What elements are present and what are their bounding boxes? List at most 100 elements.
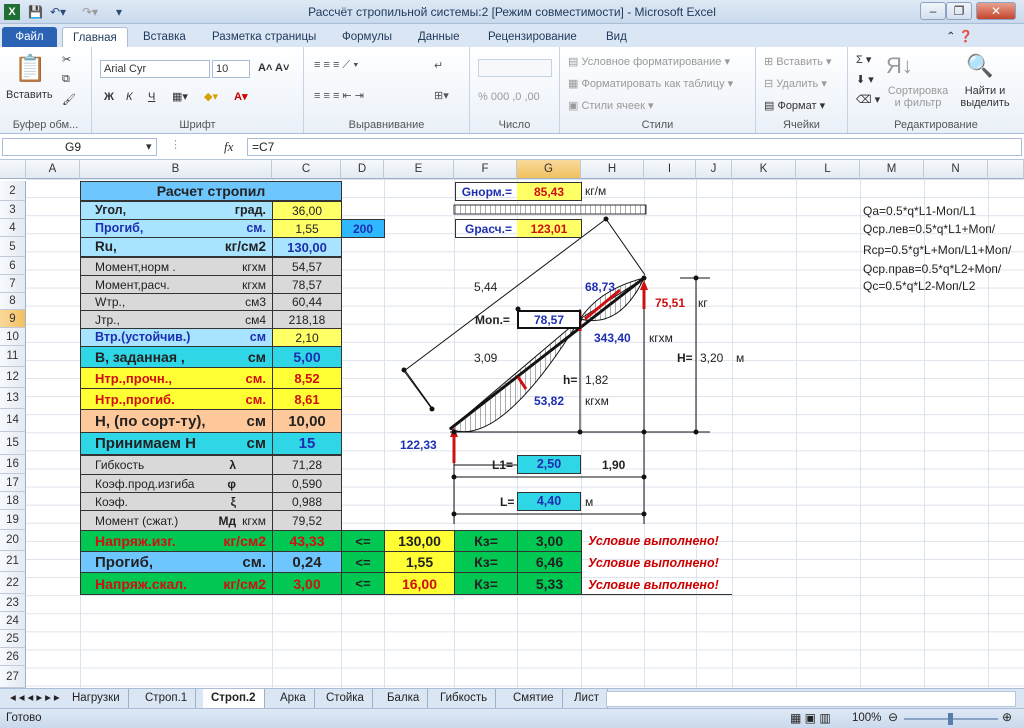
- name-box-dropdown-icon[interactable]: ▾: [146, 140, 152, 153]
- row-header[interactable]: 15: [0, 432, 26, 455]
- sheet-tab[interactable]: Стойка: [318, 689, 373, 708]
- close-button[interactable]: ✕: [976, 2, 1016, 20]
- paste-button[interactable]: Вставить: [6, 89, 53, 101]
- info-value[interactable]: 71,28: [272, 455, 342, 475]
- formula-input[interactable]: =C7: [247, 138, 1022, 156]
- row-header[interactable]: 2: [0, 181, 26, 201]
- italic-icon[interactable]: К: [126, 91, 132, 103]
- info-label-cell[interactable]: Коэф. ξ: [80, 492, 273, 511]
- deflection-label-cell[interactable]: Прогиб, см.: [80, 219, 273, 238]
- font-name-select[interactable]: Arial Cyr: [100, 60, 210, 78]
- mop-value-selected[interactable]: 78,57: [517, 310, 581, 329]
- font-grow-icon[interactable]: A˄ A˅: [258, 62, 289, 74]
- insert-cells-button[interactable]: ⊞ Вставить ▾: [764, 55, 832, 68]
- deflection-check-label-cell[interactable]: Прогиб, см.: [80, 551, 273, 573]
- row-header[interactable]: 12: [0, 367, 26, 388]
- bold-icon[interactable]: Ж: [104, 91, 114, 103]
- align-left-icon[interactable]: ≡ ≡ ≡ ⇤ ⇥: [314, 89, 364, 102]
- ru-label-cell[interactable]: Ru, кг/см2: [80, 237, 273, 257]
- h-sort-label-cell[interactable]: Н, (по сорт-ту), см: [80, 409, 273, 433]
- sort-icon[interactable]: Я↓: [886, 53, 913, 79]
- b-given-value[interactable]: 5,00: [272, 346, 342, 368]
- info-value[interactable]: 79,52: [272, 510, 342, 531]
- maximize-button[interactable]: ❐: [946, 2, 972, 20]
- bend-stress-operator[interactable]: <=: [341, 530, 385, 552]
- row-header[interactable]: 24: [0, 612, 26, 630]
- horizontal-scrollbar[interactable]: [606, 691, 1016, 707]
- row-header[interactable]: 18: [0, 492, 26, 510]
- column-header[interactable]: L: [796, 160, 860, 179]
- info-value[interactable]: 54,57: [272, 257, 342, 276]
- help-icon[interactable]: ⌃ ❓: [946, 27, 973, 47]
- info-label-cell[interactable]: Гибкость λ: [80, 455, 273, 475]
- column-header[interactable]: F: [454, 160, 517, 179]
- row-header[interactable]: 13: [0, 388, 26, 409]
- column-header[interactable]: C: [272, 160, 341, 179]
- ru-value[interactable]: 130,00: [272, 237, 342, 257]
- shear-kz-label[interactable]: Кз=: [454, 572, 518, 595]
- row-header[interactable]: 25: [0, 630, 26, 648]
- sheet-tab[interactable]: Балка: [379, 689, 429, 708]
- bend-kz-label[interactable]: Кз=: [454, 530, 518, 552]
- row-header[interactable]: 10: [0, 328, 26, 346]
- row-header[interactable]: 5: [0, 237, 26, 257]
- shear-kz-value[interactable]: 5,33: [517, 572, 582, 595]
- minimize-button[interactable]: –: [920, 2, 946, 20]
- tab-formulas[interactable]: Формулы: [342, 27, 392, 47]
- info-label-cell[interactable]: Jтр., см4: [80, 310, 273, 329]
- column-header[interactable]: B: [80, 160, 272, 179]
- column-header[interactable]: D: [341, 160, 384, 179]
- info-label-cell[interactable]: Момент,норм . кгхм: [80, 257, 273, 276]
- row-header[interactable]: 4: [0, 219, 26, 237]
- row-header[interactable]: 23: [0, 594, 26, 612]
- fill-icon[interactable]: ⬇ ▾: [856, 73, 874, 86]
- underline-icon[interactable]: Ч: [148, 91, 155, 103]
- tab-file[interactable]: Файл: [2, 27, 57, 47]
- accept-h-label-cell[interactable]: Принимаем Н см: [80, 432, 273, 455]
- row-header[interactable]: 20: [0, 530, 26, 551]
- row-header[interactable]: 7: [0, 275, 26, 293]
- column-header[interactable]: E: [384, 160, 454, 179]
- l-value[interactable]: 4,40: [517, 492, 581, 511]
- column-header[interactable]: [988, 160, 1024, 179]
- font-color-icon[interactable]: A▾: [234, 90, 247, 103]
- deflection-kz-value[interactable]: 6,46: [517, 551, 582, 573]
- info-value[interactable]: 78,57: [272, 275, 342, 294]
- info-label-cell[interactable]: Коэф.прод.изгиба φ: [80, 474, 273, 493]
- format-table-button[interactable]: ▦ Форматировать как таблицу ▾: [568, 77, 733, 90]
- column-header[interactable]: K: [732, 160, 796, 179]
- row-header[interactable]: 21: [0, 551, 26, 572]
- row-header[interactable]: 19: [0, 510, 26, 530]
- row-header[interactable]: 27: [0, 666, 26, 688]
- column-header[interactable]: N: [924, 160, 988, 179]
- format-painter-icon[interactable]: 🖌: [62, 93, 76, 106]
- row-header[interactable]: 6: [0, 257, 26, 275]
- name-box[interactable]: G9: [2, 138, 157, 156]
- sheet-tab-active[interactable]: Строп.2: [203, 689, 265, 708]
- tab-insert[interactable]: Вставка: [143, 27, 186, 47]
- angle-value[interactable]: 36,00: [272, 201, 342, 220]
- zoom-slider-thumb[interactable]: [948, 713, 953, 725]
- zoom-out-icon[interactable]: ⊖: [888, 710, 898, 724]
- align-top-icon[interactable]: ≡ ≡ ≡ ⟋ ▾: [314, 59, 359, 72]
- h-strength-value[interactable]: 8,52: [272, 367, 342, 389]
- row-header[interactable]: 16: [0, 455, 26, 474]
- angle-label-cell[interactable]: Угол, град.: [80, 201, 273, 220]
- shear-stress-value[interactable]: 3,00: [272, 572, 342, 595]
- info-value[interactable]: 0,988: [272, 492, 342, 511]
- h-deflection-label-cell[interactable]: Нтр.,прогиб. см.: [80, 388, 273, 410]
- b-stability-label-cell[interactable]: Втр.(устойчив.) см: [80, 328, 273, 347]
- zoom-level[interactable]: 100%: [852, 712, 881, 724]
- deflection-check-operator[interactable]: <=: [341, 551, 385, 573]
- sheet-tab[interactable]: Гибкость: [432, 689, 497, 708]
- h-deflection-value[interactable]: 8,61: [272, 388, 342, 410]
- find-icon[interactable]: 🔍: [966, 53, 993, 79]
- info-label-cell[interactable]: Момент (сжат.) Мд кгхм: [80, 510, 273, 531]
- shear-stress-label-cell[interactable]: Напряж.скал. кг/см2: [80, 572, 273, 595]
- paste-icon[interactable]: 📋: [14, 53, 46, 84]
- accept-h-value[interactable]: 15: [272, 432, 342, 455]
- copy-icon[interactable]: ⧉: [62, 73, 70, 86]
- info-label-cell[interactable]: Wтр., см3: [80, 293, 273, 311]
- tab-page-layout[interactable]: Разметка страницы: [212, 27, 316, 47]
- sheet-nav-arrows-icon[interactable]: ◂◂◂▸▸▸: [2, 689, 71, 708]
